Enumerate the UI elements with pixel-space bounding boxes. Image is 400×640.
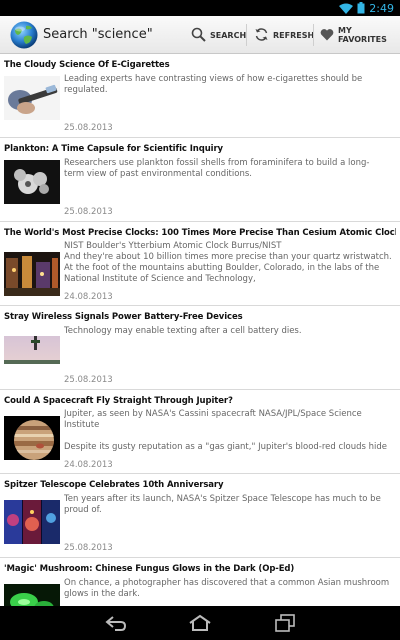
article-thumbnail [4,336,60,380]
home-icon[interactable] [187,613,213,633]
recent-apps-icon[interactable] [274,613,296,633]
article-item[interactable]: The World's Most Precise Clocks: 100 Tim… [0,222,400,306]
heart-icon [320,28,334,43]
action-bar: Search "science" SEARCH REFRESH MY FAVOR… [0,16,400,54]
navigation-bar [0,606,400,640]
article-summary: Leading experts have contrasting views o… [64,74,363,95]
refresh-icon [254,27,269,44]
article-thumbnail [4,416,60,460]
article-list[interactable]: The Cloudy Science Of E-Cigarettes Leadi… [0,54,400,606]
status-bar: 2:49 [0,0,400,16]
article-summary: On chance, a photographer has discovered… [64,578,390,599]
action-divider [246,24,247,46]
article-thumbnail [4,76,60,120]
article-date: 25.08.2013 [64,123,113,133]
search-button[interactable]: SEARCH [191,16,246,54]
article-title: The Cloudy Science Of E-Cigarettes [4,60,170,70]
article-title: Plankton: A Time Capsule for Scientific … [4,144,223,154]
article-title: Could A Spacecraft Fly Straight Through … [4,396,233,406]
article-item[interactable]: Spitzer Telescope Celebrates 10th Annive… [0,474,400,558]
back-icon[interactable] [104,613,128,633]
article-title: 'Magic' Mushroom: Chinese Fungus Glows i… [4,564,295,574]
article-title: Spitzer Telescope Celebrates 10th Annive… [4,480,224,490]
wifi-icon [339,0,354,18]
search-icon [191,27,206,44]
action-divider [313,24,314,46]
article-item[interactable]: Plankton: A Time Capsule for Scientific … [0,138,400,222]
app-logo-icon[interactable] [9,20,39,50]
refresh-button[interactable]: REFRESH [254,16,314,54]
article-summary: Researchers use plankton fossil shells f… [64,158,370,179]
article-item[interactable]: Could A Spacecraft Fly Straight Through … [0,390,400,474]
article-date: 24.08.2013 [64,292,113,302]
article-summary: Jupiter, as seen by NASA's Cassini space… [64,409,388,452]
battery-icon [357,0,365,18]
article-thumbnail [4,500,60,544]
article-title: Stray Wireless Signals Power Battery-Fre… [4,312,243,322]
article-date: 25.08.2013 [64,207,113,217]
article-item[interactable]: Stray Wireless Signals Power Battery-Fre… [0,306,400,390]
article-summary: Ten years after its launch, NASA's Spitz… [64,494,381,515]
article-item[interactable]: 'Magic' Mushroom: Chinese Fungus Glows i… [0,558,400,606]
refresh-label: REFRESH [273,30,315,40]
article-thumbnail [4,252,60,296]
article-thumbnail [4,584,60,606]
article-summary: NIST Boulder's Ytterbium Atomic Clock Bu… [64,241,392,284]
screen-title: Search "science" [43,27,153,42]
my-favorites-label: MY FAVORITES [338,26,387,44]
status-time: 2:49 [369,1,394,15]
article-date: 24.08.2013 [64,460,113,470]
search-label: SEARCH [210,30,247,40]
article-summary: Technology may enable texting after a ce… [64,326,302,336]
article-title: The World's Most Precise Clocks: 100 Tim… [4,228,396,238]
article-thumbnail [4,160,60,204]
article-date: 25.08.2013 [64,375,113,385]
article-date: 25.08.2013 [64,543,113,553]
my-favorites-button[interactable]: MY FAVORITES [320,16,400,54]
article-item[interactable]: The Cloudy Science Of E-Cigarettes Leadi… [0,54,400,138]
